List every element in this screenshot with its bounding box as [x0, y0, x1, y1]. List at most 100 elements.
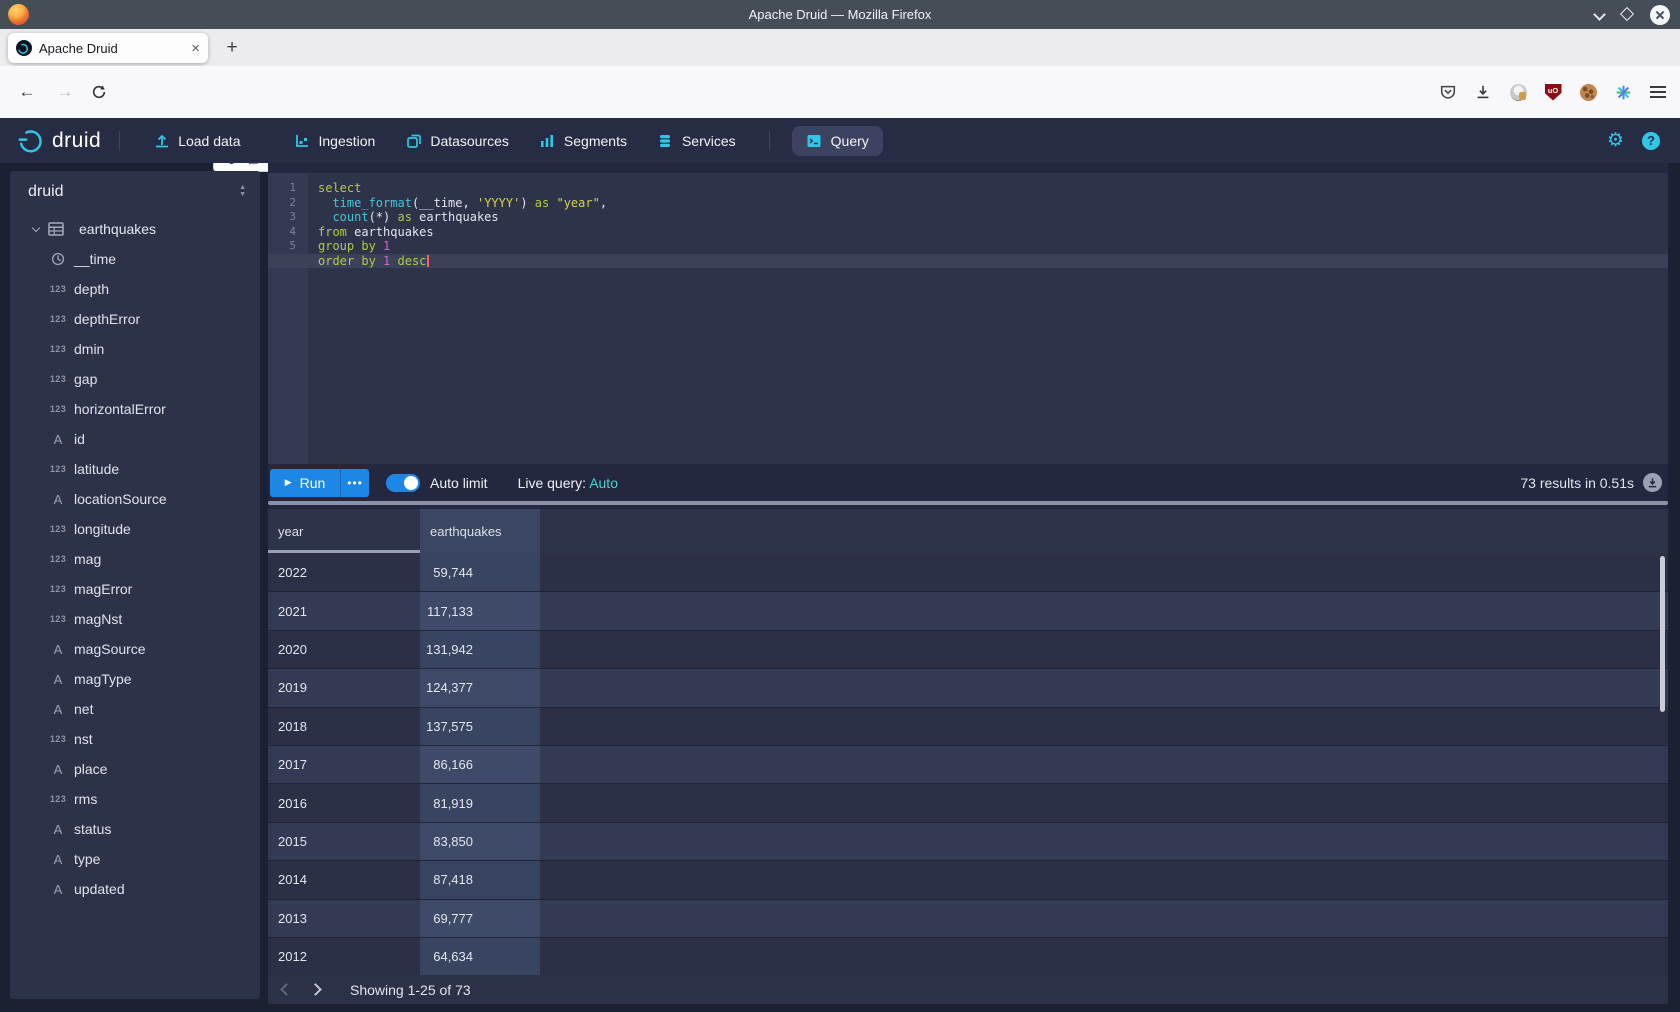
menu-icon[interactable]: [1648, 82, 1668, 102]
sidebar-column-horizontalError[interactable]: 123horizontalError: [10, 394, 260, 424]
table-name: earthquakes: [79, 221, 156, 237]
cell-earthquakes: 59,744: [420, 553, 540, 591]
column-header-earthquakes[interactable]: earthquakes: [420, 509, 540, 553]
nav-services[interactable]: Services: [657, 126, 736, 156]
sidebar-column-magSource[interactable]: AmagSource: [10, 634, 260, 664]
download-results-icon[interactable]: [1643, 473, 1662, 492]
segments-icon: [539, 132, 556, 149]
sidebar-column-rms[interactable]: 123rms: [10, 784, 260, 814]
table-row[interactable]: 2021117,133: [268, 591, 1668, 629]
nav-ingestion[interactable]: Ingestion: [294, 126, 376, 156]
number-type-icon: 123: [48, 584, 68, 594]
cell-year: 2019: [268, 669, 420, 706]
sidebar-column-magError[interactable]: 123magError: [10, 574, 260, 604]
settings-gear-icon[interactable]: ⚙: [1607, 129, 1624, 152]
sort-icon[interactable]: ▲▼: [239, 184, 246, 198]
sidebar-column-longitude[interactable]: 123longitude: [10, 514, 260, 544]
sidebar-column-magNst[interactable]: 123magNst: [10, 604, 260, 634]
sidebar-column-depthError[interactable]: 123depthError: [10, 304, 260, 334]
sidebar-column-place[interactable]: Aplace: [10, 754, 260, 784]
sidebar-column-locationSource[interactable]: AlocationSource: [10, 484, 260, 514]
auto-limit-label: Auto limit: [430, 475, 488, 491]
sidebar-column-depth[interactable]: 123depth: [10, 274, 260, 304]
ublock-icon[interactable]: uO: [1543, 82, 1563, 102]
sidebar-column-mag[interactable]: 123mag: [10, 544, 260, 574]
table-row[interactable]: 2018137,575: [268, 707, 1668, 745]
number-type-icon: 123: [48, 524, 68, 534]
privacy-badger-icon[interactable]: [1508, 82, 1528, 102]
next-page-icon[interactable]: [291, 981, 320, 999]
cookie-extension-icon[interactable]: [1578, 82, 1598, 102]
code-line: group by 1: [268, 239, 1668, 254]
table-row[interactable]: 201583,850: [268, 822, 1668, 860]
sidebar-column-status[interactable]: Astatus: [10, 814, 260, 844]
cell-year: 2015: [268, 823, 420, 860]
sidebar-column-__time[interactable]: __time: [10, 244, 260, 274]
string-type-icon: A: [48, 492, 68, 507]
play-icon: ▶: [285, 477, 292, 488]
text-cursor: [427, 255, 429, 267]
downloads-icon[interactable]: [1473, 82, 1493, 102]
query-icon: [806, 132, 823, 149]
live-query-label: Live query: Auto: [518, 475, 618, 491]
sidebar-column-nst[interactable]: 123nst: [10, 724, 260, 754]
cell-earthquakes: 86,166: [420, 746, 540, 783]
live-query-value[interactable]: Auto: [589, 475, 618, 491]
sidebar-column-updated[interactable]: Aupdated: [10, 874, 260, 904]
sql-code[interactable]: select time_format(__time, 'YYYY') as "y…: [268, 173, 1668, 268]
pocket-icon[interactable]: [1438, 82, 1458, 102]
table-row[interactable]: 201487,418: [268, 860, 1668, 898]
table-row[interactable]: 201786,166: [268, 745, 1668, 783]
vertical-scrollbar[interactable]: [1660, 556, 1665, 712]
table-row[interactable]: 202259,744: [268, 553, 1668, 591]
table-row[interactable]: 201681,919: [268, 783, 1668, 821]
auto-limit-toggle[interactable]: [386, 474, 420, 492]
nav-query[interactable]: Query: [792, 126, 883, 156]
window-maximize-button[interactable]: [1622, 6, 1632, 24]
code-line: order by 1 desc: [268, 254, 1668, 269]
table-row[interactable]: 201369,777: [268, 899, 1668, 937]
sidebar-table-earthquakes[interactable]: earthquakes: [10, 214, 260, 244]
sidebar-column-dmin[interactable]: 123dmin: [10, 334, 260, 364]
nav-load-data[interactable]: Load data: [153, 126, 240, 156]
cell-earthquakes: 131,942: [420, 631, 540, 668]
chevron-down-icon[interactable]: [28, 228, 44, 231]
nav-segments[interactable]: Segments: [539, 126, 627, 156]
new-tab-button[interactable]: +: [218, 35, 246, 61]
column-header-year[interactable]: year: [268, 509, 420, 553]
help-icon[interactable]: ?: [1642, 132, 1660, 150]
window-close-button[interactable]: [1650, 5, 1670, 25]
prev-page-icon[interactable]: [282, 981, 291, 999]
sidebar-column-net[interactable]: Anet: [10, 694, 260, 724]
table-row[interactable]: 2019124,377: [268, 668, 1668, 706]
run-more-button[interactable]: •••: [340, 469, 369, 497]
string-type-icon: A: [48, 672, 68, 687]
sidebar-column-latitude[interactable]: 123latitude: [10, 454, 260, 484]
tab-close-icon[interactable]: ×: [191, 41, 200, 56]
horizontal-scrollbar[interactable]: [268, 501, 1668, 505]
cell-year: 2014: [268, 861, 420, 898]
screen: Apache Druid — Mozilla Firefox Apache Dr…: [0, 0, 1680, 1012]
back-icon[interactable]: ←: [12, 66, 42, 118]
reload-icon[interactable]: [84, 66, 114, 118]
sidebar-column-gap[interactable]: 123gap: [10, 364, 260, 394]
cell-year: 2020: [268, 631, 420, 668]
sidebar-column-id[interactable]: Aid: [10, 424, 260, 454]
druid-logo[interactable]: druid: [16, 126, 101, 156]
code-line: time_format(__time, 'YYYY') as "year",: [268, 196, 1668, 211]
sidebar-column-magType[interactable]: AmagType: [10, 664, 260, 694]
code-line: select: [268, 181, 1668, 196]
divider: [769, 131, 770, 151]
table-row[interactable]: 2020131,942: [268, 630, 1668, 668]
asterisk-extension-icon[interactable]: [1613, 82, 1633, 102]
nav-datasources[interactable]: Datasources: [405, 126, 509, 156]
forward-icon: →: [50, 66, 80, 118]
cell-year: 2021: [268, 592, 420, 629]
table-row[interactable]: 201264,634: [268, 937, 1668, 975]
window-minimize-button[interactable]: [1595, 6, 1604, 24]
sidebar-column-type[interactable]: Atype: [10, 844, 260, 874]
sql-editor[interactable]: 123456 select time_format(__time, 'YYYY'…: [268, 173, 1668, 464]
tab-apache-druid[interactable]: Apache Druid ×: [8, 33, 208, 63]
string-type-icon: A: [48, 432, 68, 447]
run-button[interactable]: ▶Run: [270, 469, 340, 497]
